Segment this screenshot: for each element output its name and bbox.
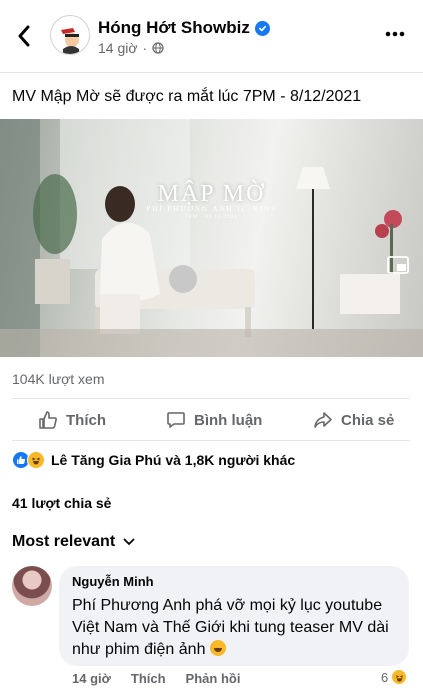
comment-like-button[interactable]: Thích [131,671,166,686]
reaction-icons [12,451,45,469]
video-date-overlay: 7PM · 08.12.2021 [185,215,238,220]
sort-label: Most relevant [12,533,116,550]
rofl-emoji-icon [209,640,226,656]
view-count[interactable]: 104K lượt xem [12,371,104,387]
comment-label: Bình luận [194,411,263,429]
like-label: Thích [66,411,106,429]
more-options-button[interactable] [381,24,409,44]
actions-bottom-divider [12,440,410,441]
chevron-down-icon [123,538,135,545]
comment-sort-dropdown[interactable]: Most relevant [12,533,135,551]
video-title-overlay: MẬP MỜ [157,181,266,207]
comment-text: Phí Phương Anh phá vỡ mọi kỷ lục youtube… [72,597,389,658]
share-label: Chia sẻ [341,411,395,429]
globe-icon [152,42,164,54]
post-time[interactable]: 14 giờ [98,40,138,56]
dot-separator: · [142,40,148,56]
like-button[interactable]: Thích [38,404,106,436]
comment-reply-button[interactable]: Phản hồi [186,671,241,686]
comment-button[interactable]: Bình luận [166,404,262,436]
comment-reaction-count: 6 [381,669,389,685]
chevron-left-icon [18,25,30,47]
reactions-text: Lê Tăng Gia Phú và 1,8K người khác [51,452,296,468]
comment-time[interactable]: 14 giờ [72,671,111,686]
video-frame [0,119,423,357]
share-button[interactable]: Chia sẻ [313,404,394,436]
more-dots-icon [385,31,405,37]
thumbs-up-icon [39,411,57,429]
page-name[interactable]: Hóng Hớt Showbiz [98,18,250,38]
pip-icon [387,256,409,274]
comment-footer: 14 giờ Thích Phản hồi [72,671,240,686]
comment-icon [167,412,185,428]
video-player[interactable] [0,119,423,357]
picture-in-picture-button[interactable] [387,256,409,274]
post-meta: 14 giờ · [98,40,164,56]
haha-reaction-icon [27,451,45,469]
haha-reaction-icon [391,669,408,685]
comment-text-container: Phí Phương Anh phá vỡ mọi kỷ lục youtube… [72,595,396,661]
reactions-summary[interactable]: Lê Tăng Gia Phú và 1,8K người khác [12,451,295,469]
verified-badge-icon [254,20,270,36]
commenter-avatar[interactable] [12,566,52,606]
post-caption: MV Mập Mờ sẽ được ra mắt lúc 7PM - 8/12/… [12,88,362,105]
comment-reactions[interactable]: 6 [381,669,408,685]
video-subtitle-overlay: PHÍ PHƯƠNG ANH ft. RIN9 [146,205,277,213]
page-logo [51,16,89,54]
header-divider [0,72,423,73]
back-button[interactable] [10,20,38,52]
comment-author[interactable]: Nguyễn Minh [72,574,396,589]
page-avatar[interactable] [50,15,90,55]
page-name-row[interactable]: Hóng Hớt Showbiz [98,18,270,38]
share-arrow-icon [314,412,332,428]
share-count[interactable]: 41 lượt chia sẻ [12,495,111,511]
post-header: Hóng Hớt Showbiz 14 giờ · [0,0,423,72]
actions-top-divider [12,398,410,399]
comment-bubble[interactable]: Nguyễn Minh Phí Phương Anh phá vỡ mọi kỷ… [59,566,409,666]
